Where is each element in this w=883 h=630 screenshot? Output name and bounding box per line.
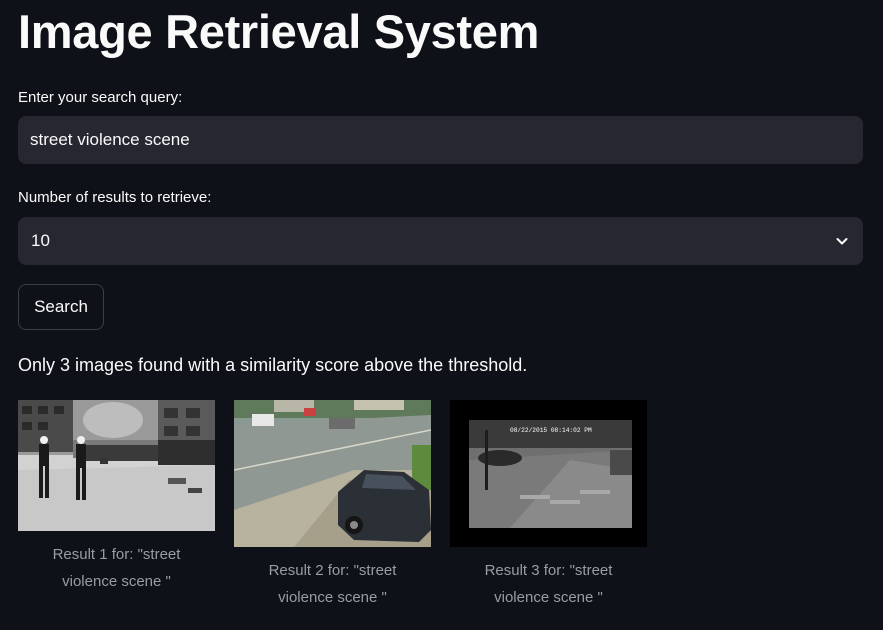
result-image-1[interactable] (18, 400, 215, 531)
result-count-select[interactable]: 10 (18, 217, 863, 265)
cctv-timestamp: 08/22/2015 08:14:02 PM (510, 427, 592, 434)
app-page: Image Retrieval System Enter your search… (0, 0, 883, 630)
query-label: Enter your search query: (18, 89, 183, 106)
chevron-down-icon (835, 234, 849, 248)
result-count-label: Number of results to retrieve: (18, 189, 212, 206)
search-button[interactable]: Search (18, 284, 104, 330)
page-title: Image Retrieval System (18, 5, 540, 58)
result-card-2: Result 2 for: "street violence scene " (234, 400, 431, 611)
result-card-1: Result 1 for: "street violence scene " (18, 400, 215, 595)
result-caption-3: Result 3 for: "street violence scene " (484, 562, 613, 606)
result-image-3[interactable]: 08/22/2015 08:14:02 PM (450, 400, 647, 547)
info-message: Only 3 images found with a similarity sc… (18, 355, 528, 375)
result-count-value: 10 (31, 231, 50, 250)
result-image-2[interactable] (234, 400, 431, 547)
result-caption-1: Result 1 for: "street violence scene " (52, 546, 181, 590)
result-caption-2: Result 2 for: "street violence scene " (268, 562, 397, 606)
result-card-3: 08/22/2015 08:14:02 PM Result 3 for: "st… (450, 400, 647, 611)
search-query-input[interactable] (18, 116, 863, 164)
